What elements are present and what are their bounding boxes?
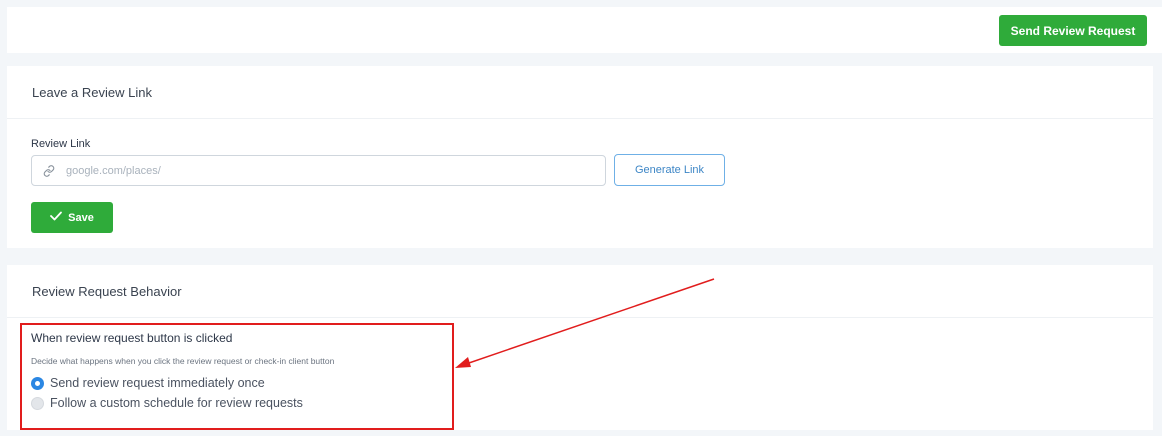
behavior-question: When review request button is clicked [31,331,233,345]
save-button-label: Save [68,211,94,224]
radio-option-label: Follow a custom schedule for review requ… [50,396,303,410]
radio-option-custom-schedule[interactable]: Follow a custom schedule for review requ… [31,396,303,410]
review-link-card-title: Leave a Review Link [7,66,1153,119]
behavior-description: Decide what happens when you click the r… [31,356,335,366]
review-behavior-card-title: Review Request Behavior [7,265,1153,318]
save-button[interactable]: Save [31,202,113,233]
send-review-request-button[interactable]: Send Review Request [999,15,1147,46]
check-icon [50,211,63,224]
radio-option-label: Send review request immediately once [50,376,265,390]
review-link-label: Review Link [31,138,91,150]
top-action-bar: Send Review Request [7,7,1162,53]
page: Send Review Request Leave a Review Link … [0,0,1162,436]
review-link-field[interactable] [31,155,606,186]
link-icon [32,164,66,177]
review-link-card: Leave a Review Link Review Link Generate… [7,66,1153,248]
generate-link-button[interactable]: Generate Link [614,154,725,186]
radio-button-selected[interactable] [31,376,44,390]
review-behavior-card: Review Request Behavior When review requ… [7,265,1153,430]
radio-button-unselected[interactable] [31,396,44,410]
review-link-input[interactable] [66,156,605,185]
radio-option-immediate[interactable]: Send review request immediately once [31,376,265,390]
